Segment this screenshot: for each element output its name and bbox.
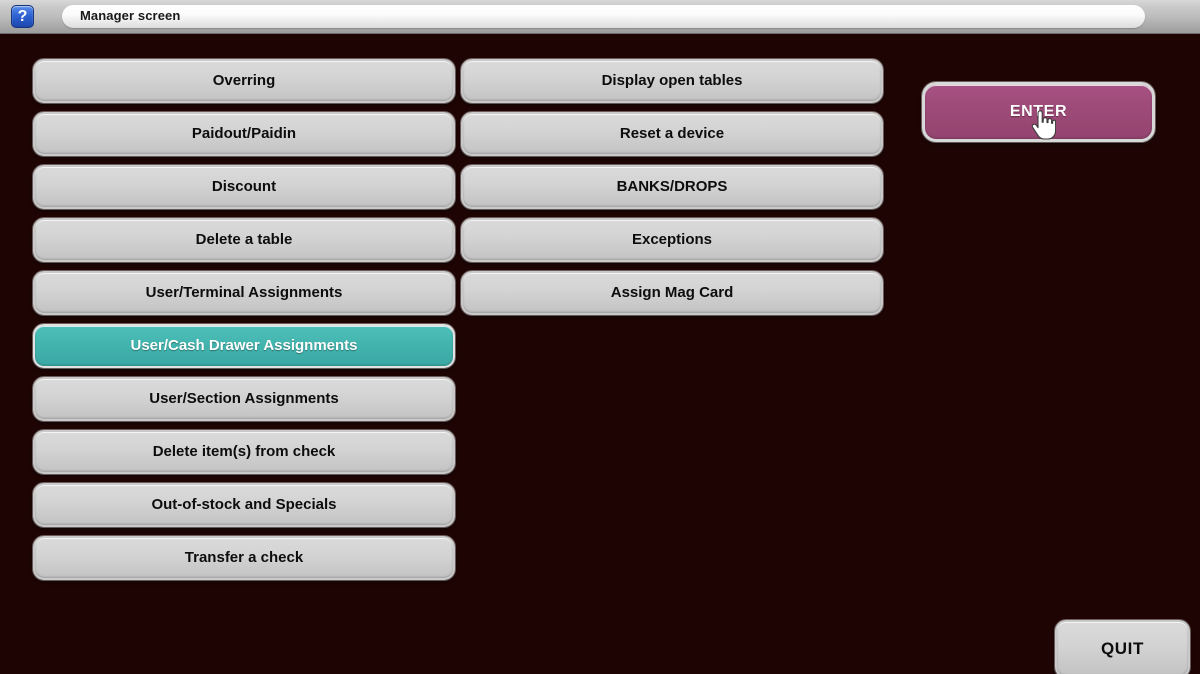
menu-button-left-2[interactable]: Discount [33, 165, 455, 209]
menu-button-label: User/Terminal Assignments [145, 283, 343, 301]
menu-button-label: Out-of-stock and Specials [151, 495, 337, 513]
menu-button-label: Overring [212, 71, 276, 89]
menu-button-label: Assign Mag Card [610, 283, 734, 301]
menu-button-label: Display open tables [601, 71, 743, 89]
menu-button-left-4[interactable]: User/Terminal Assignments [33, 271, 455, 315]
window-title: Manager screen [80, 8, 181, 23]
menu-button-label: User/Section Assignments [149, 389, 339, 407]
menu-button-right-0[interactable]: Display open tables [461, 59, 883, 103]
menu-button-label: Delete a table [195, 230, 293, 248]
menu-button-label: Discount [211, 177, 277, 195]
menu-button-right-2[interactable]: BANKS/DROPS [461, 165, 883, 209]
manager-screen: ? Manager screen Overring Paidout/Paidin D… [0, 0, 1200, 674]
title-pill: Manager screen [62, 5, 1145, 28]
menu-button-right-1[interactable]: Reset a device [461, 112, 883, 156]
menu-button-label: Reset a device [619, 124, 725, 142]
menu-button-right-3[interactable]: Exceptions [461, 218, 883, 262]
menu-button-left-0[interactable]: Overring [33, 59, 455, 103]
quit-button-label: QUIT [1100, 638, 1144, 658]
menu-button-label: BANKS/DROPS [616, 177, 728, 195]
menu-button-left-9[interactable]: Transfer a check [33, 536, 455, 580]
menu-button-right-4[interactable]: Assign Mag Card [461, 271, 883, 315]
quit-button[interactable]: QUIT [1055, 620, 1190, 674]
menu-button-label: Delete item(s) from check [152, 442, 336, 460]
title-bar: ? Manager screen [0, 0, 1200, 34]
help-question-icon[interactable]: ? [11, 5, 34, 28]
menu-button-left-3[interactable]: Delete a table [33, 218, 455, 262]
enter-button[interactable]: ENTER [922, 82, 1155, 142]
menu-button-left-1[interactable]: Paidout/Paidin [33, 112, 455, 156]
menu-button-left-5[interactable]: User/Cash Drawer Assignments [33, 324, 455, 368]
menu-button-label: User/Cash Drawer Assignments [130, 336, 358, 354]
menu-button-label: Transfer a check [184, 548, 304, 566]
menu-button-label: Exceptions [631, 230, 713, 248]
menu-button-left-7[interactable]: Delete item(s) from check [33, 430, 455, 474]
menu-button-left-8[interactable]: Out-of-stock and Specials [33, 483, 455, 527]
enter-button-label: ENTER [1009, 103, 1068, 121]
menu-button-label: Paidout/Paidin [191, 124, 297, 142]
menu-button-left-6[interactable]: User/Section Assignments [33, 377, 455, 421]
